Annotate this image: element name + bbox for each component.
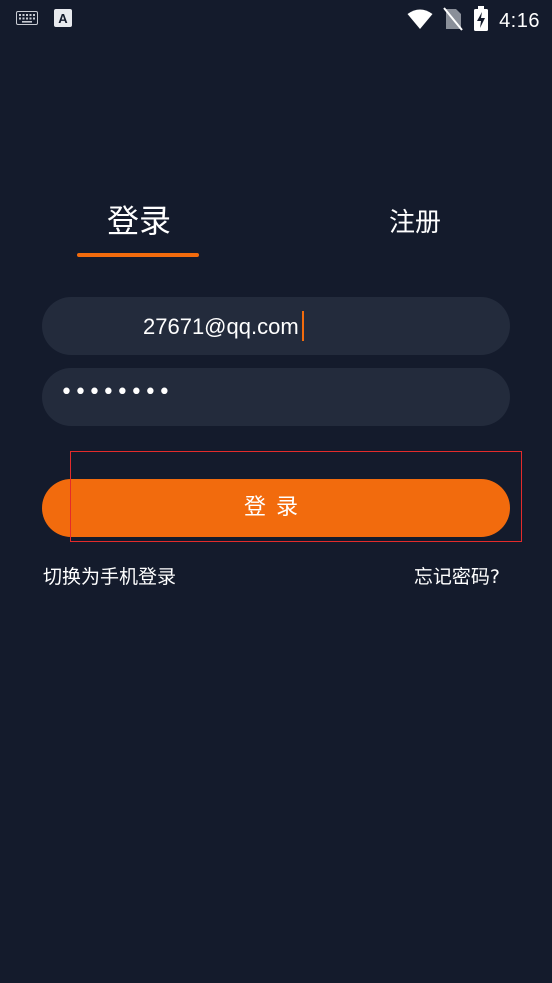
tab-register[interactable]: 注册 [354, 202, 476, 252]
email-field[interactable]: 27671@qq.com [42, 297, 510, 355]
status-bar: A 4:16 [0, 0, 552, 38]
forgot-password-link[interactable]: 忘记密码? [414, 562, 500, 589]
wifi-icon [407, 8, 433, 34]
no-sim-icon [443, 7, 463, 35]
text-cursor [301, 311, 304, 341]
battery-charging-icon [473, 6, 489, 36]
password-field[interactable]: •••••••• [42, 368, 510, 426]
login-button[interactable]: 登录 [42, 479, 510, 537]
active-tab-indicator [77, 253, 199, 257]
svg-text:A: A [58, 11, 68, 26]
email-value: 27671@qq.com [143, 311, 304, 341]
keyboard-icon [16, 11, 38, 25]
login-screen: A 4:16 登录 注册 27671@qq.com •••••••• 登录 切换… [0, 0, 552, 983]
status-time: 4:16 [499, 9, 540, 32]
a-input-icon: A [54, 9, 72, 27]
switch-to-phone-login-link[interactable]: 切换为手机登录 [43, 562, 176, 589]
password-value: •••••••• [60, 380, 172, 405]
tab-login[interactable]: 登录 [78, 196, 200, 246]
